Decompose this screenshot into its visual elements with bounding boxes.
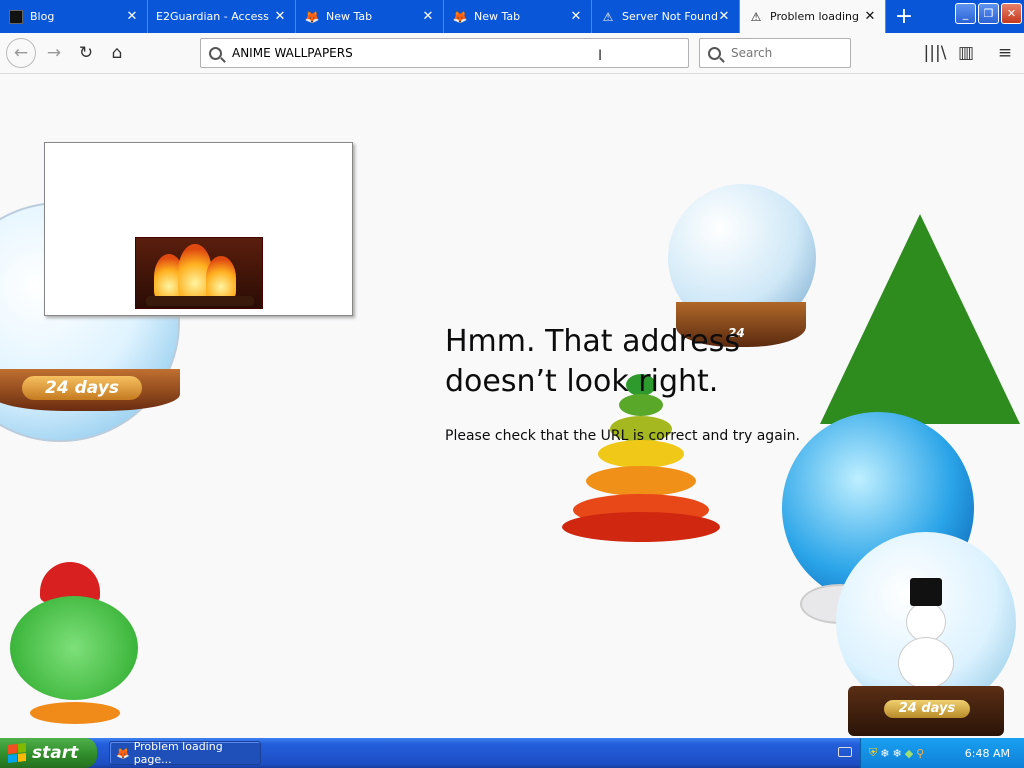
menu-button[interactable]: ≡ — [991, 39, 1019, 67]
tab-e2guardian[interactable]: E2Guardian - Access D ✕ — [148, 0, 296, 33]
firefox-favicon-icon: 🦊 — [116, 746, 130, 760]
close-icon[interactable]: ✕ — [717, 9, 731, 24]
tab-new-tab-2[interactable]: 🦊 New Tab ✕ — [444, 0, 592, 33]
tab-label: New Tab — [326, 10, 373, 23]
sidebar-button[interactable]: ▥ — [952, 39, 980, 67]
warning-icon: ⚠ — [750, 9, 762, 24]
arrow-left-icon: ← — [13, 43, 29, 63]
shield-icon[interactable]: ⛨ — [869, 746, 877, 760]
tab-server-not-found[interactable]: ⚠ Server Not Found ✕ — [592, 0, 740, 33]
search-icon — [708, 46, 721, 60]
search-icon — [209, 46, 222, 60]
home-button[interactable]: ⌂ — [103, 39, 131, 67]
taskbar-window-label: Problem loading page... — [133, 740, 223, 766]
christmas-tree-decoration — [820, 214, 1020, 424]
url-input[interactable] — [230, 45, 688, 61]
taskbar: start 🦊 Problem loading page... ⛨ ❄ ❄ ◆ … — [0, 738, 1024, 768]
reload-button[interactable]: ↻ — [72, 39, 100, 67]
error-title-line1: Hmm. That address — [445, 324, 740, 359]
search-bar[interactable] — [699, 38, 851, 68]
tab-label: Problem loading pa — [770, 10, 863, 23]
tab-problem-loading[interactable]: ⚠ Problem loading pa ✕ — [740, 0, 886, 33]
library-icon: |||\ — [923, 43, 947, 63]
new-tab-button[interactable]: + — [886, 0, 922, 33]
tab-label: Server Not Found — [622, 10, 717, 23]
search-tray-icon[interactable]: ⚲ — [916, 747, 924, 760]
snow-globe-left-label: 24 days — [22, 376, 142, 400]
close-icon[interactable]: ✕ — [125, 9, 139, 24]
clock: 6:48 AM — [964, 746, 1010, 760]
network-icon[interactable]: ◆ — [905, 747, 913, 760]
snowflake-icon[interactable]: ❄ — [892, 747, 901, 760]
close-icon[interactable]: ✕ — [569, 9, 583, 24]
error-title-line2: doesn’t look right. — [445, 364, 719, 399]
taskbar-window-button[interactable]: 🦊 Problem loading page... — [109, 740, 261, 766]
back-button[interactable]: ← — [6, 38, 36, 68]
fireplace-popup — [44, 142, 353, 316]
snowflake-icon[interactable]: ❄ — [880, 747, 889, 760]
blog-favicon-icon — [8, 9, 24, 25]
sidebar-icon: ▥ — [957, 43, 975, 63]
close-icon[interactable]: ✕ — [421, 9, 435, 24]
reload-icon: ↻ — [78, 43, 94, 63]
windows-flag-icon — [8, 743, 26, 763]
forward-button[interactable]: → — [40, 39, 68, 67]
minimize-button[interactable]: _ — [955, 3, 976, 24]
restore-button[interactable]: ❐ — [978, 3, 999, 24]
close-icon[interactable]: ✕ — [863, 9, 877, 24]
close-window-button[interactable]: ✕ — [1001, 3, 1022, 24]
tab-label: Blog — [30, 10, 55, 23]
close-icon[interactable]: ✕ — [273, 9, 287, 24]
error-message: Please check that the URL is correct and… — [445, 428, 800, 444]
page-content: 24 days 24 24 days Hmm. That address doe… — [0, 74, 1024, 738]
arrow-right-icon: → — [46, 43, 62, 63]
text-cursor-icon: I — [598, 48, 603, 64]
url-bar[interactable] — [200, 38, 689, 68]
library-button[interactable]: |||\ — [921, 39, 949, 67]
firefox-favicon-icon: 🦊 — [304, 9, 320, 24]
snowman-snow-globe — [836, 532, 1016, 712]
tab-strip: Blog ✕ E2Guardian - Access D ✕ 🦊 New Tab… — [0, 0, 1024, 33]
system-tray: ⛨ ❄ ❄ ◆ ⚲ 6:48 AM — [860, 738, 1024, 768]
tab-label: E2Guardian - Access D — [156, 10, 273, 23]
hamburger-menu-icon: ≡ — [997, 43, 1013, 63]
tab-blog[interactable]: Blog ✕ — [0, 0, 148, 33]
start-label: start — [32, 743, 79, 763]
tab-label: New Tab — [474, 10, 521, 23]
start-button[interactable]: start — [0, 738, 97, 768]
firefox-favicon-icon: 🦊 — [452, 9, 468, 24]
nav-toolbar: ← → ↻ ⌂ I |||\ ▥ ≡ — [0, 33, 1024, 74]
keyboard-icon[interactable] — [838, 747, 852, 757]
fireplace-image — [135, 237, 263, 309]
snowman-snow-globe-label: 24 days — [884, 700, 970, 718]
tree-character-decoration — [0, 562, 150, 732]
window-controls: _ ❐ ✕ — [955, 3, 1022, 24]
home-icon: ⌂ — [111, 43, 123, 63]
search-input[interactable] — [729, 45, 850, 61]
tab-new-tab-1[interactable]: 🦊 New Tab ✕ — [296, 0, 444, 33]
warning-icon: ⚠ — [602, 9, 614, 24]
error-title: Hmm. That address doesn’t look right. — [445, 322, 845, 402]
